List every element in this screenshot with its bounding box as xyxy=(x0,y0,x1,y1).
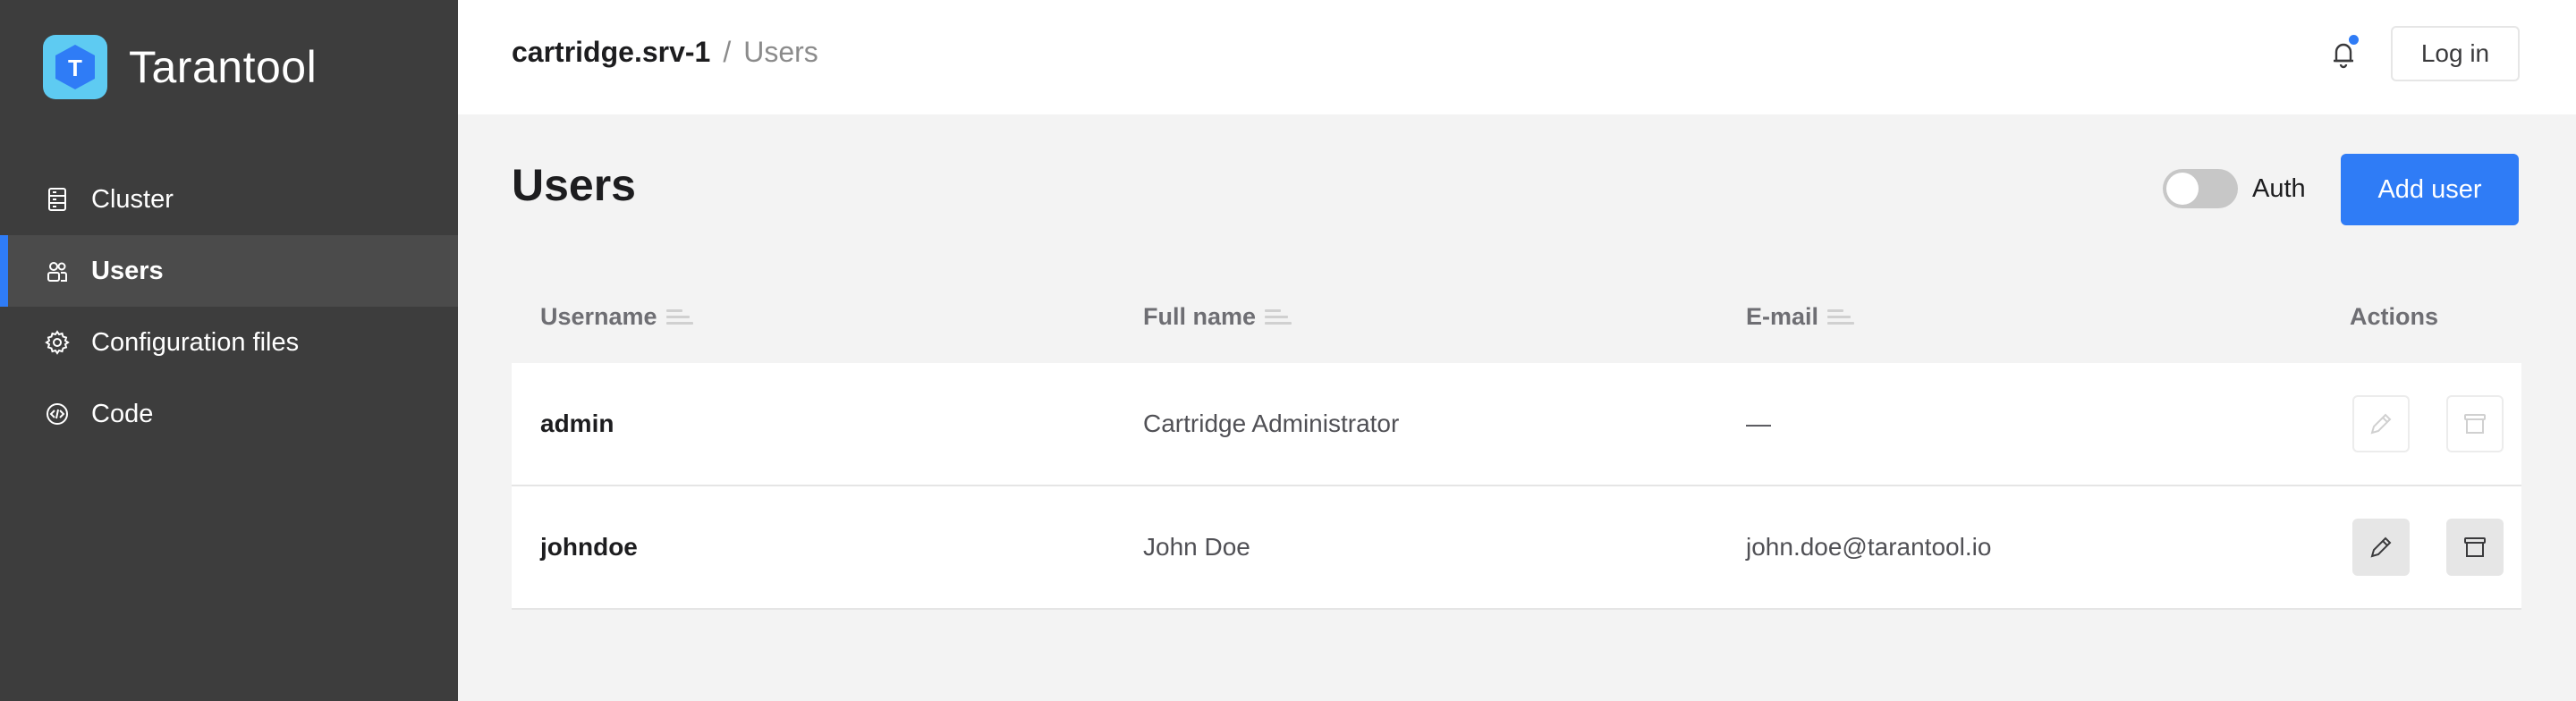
sidebar-item-users[interactable]: Users xyxy=(0,235,458,307)
column-header-email[interactable]: E-mail xyxy=(1746,302,1855,331)
login-button[interactable]: Log in xyxy=(2391,26,2520,81)
sidebar-item-configuration-files[interactable]: Configuration files xyxy=(0,307,458,378)
sidebar-item-label: Cluster xyxy=(91,184,174,214)
cell-email: — xyxy=(1746,410,1771,437)
breadcrumb: cartridge.srv-1 / Users xyxy=(512,36,818,69)
page-title: Users xyxy=(512,160,636,210)
cell-full-name: John Doe xyxy=(1143,533,1250,561)
cluster-icon xyxy=(45,187,70,212)
notification-badge xyxy=(2349,35,2359,45)
cell-full-name: Cartridge Administrator xyxy=(1143,410,1400,437)
breadcrumb-page: Users xyxy=(743,36,818,68)
add-user-button[interactable]: Add user xyxy=(2341,154,2519,225)
table-row: johndoe John Doe john.doe@tarantool.io xyxy=(512,486,2521,610)
code-icon xyxy=(45,401,70,427)
breadcrumb-separator: / xyxy=(723,36,732,68)
delete-user-button[interactable] xyxy=(2446,519,2504,576)
sidebar-item-label: Users xyxy=(91,256,164,285)
pencil-icon xyxy=(2370,536,2392,558)
pencil-icon xyxy=(2370,413,2392,435)
table-row: admin Cartridge Administrator — xyxy=(512,363,2521,486)
brand-name: Tarantool xyxy=(129,42,318,92)
sidebar: T Tarantool Cluster Users Configuration … xyxy=(0,0,458,701)
table-header: Username Full name E-mail Actions xyxy=(512,270,2521,363)
sidebar-item-code[interactable]: Code xyxy=(0,378,458,450)
auth-label: Auth xyxy=(2252,174,2306,203)
tarantool-logo-icon: T xyxy=(43,35,107,99)
breadcrumb-server[interactable]: cartridge.srv-1 xyxy=(512,36,710,69)
column-label: Username xyxy=(540,302,657,330)
logo-letter: T xyxy=(68,55,82,81)
edit-user-button[interactable] xyxy=(2352,519,2410,576)
users-table: Username Full name E-mail Actions admin … xyxy=(512,270,2521,610)
delete-user-button[interactable] xyxy=(2446,395,2504,452)
sidebar-item-cluster[interactable]: Cluster xyxy=(0,164,458,235)
sidebar-item-label: Code xyxy=(91,399,154,428)
toggle-knob xyxy=(2166,173,2199,205)
sort-icon[interactable] xyxy=(1827,308,1855,325)
cell-email: john.doe@tarantool.io xyxy=(1746,533,1992,561)
users-icon xyxy=(45,258,70,283)
sidebar-nav: Cluster Users Configuration files Code xyxy=(0,164,458,450)
auth-toggle[interactable] xyxy=(2163,169,2238,208)
sort-icon[interactable] xyxy=(1265,308,1292,325)
column-header-full-name[interactable]: Full name xyxy=(1143,303,1292,331)
gear-icon xyxy=(45,330,70,355)
trash-icon xyxy=(2464,414,2486,434)
column-label: Full name xyxy=(1143,302,1257,330)
sort-icon[interactable] xyxy=(665,308,693,325)
cell-username: johndoe xyxy=(540,533,638,561)
brand[interactable]: T Tarantool xyxy=(43,35,317,99)
cell-username: admin xyxy=(540,410,614,437)
column-label: Actions xyxy=(2350,302,2439,330)
column-label: E-mail xyxy=(1746,302,1819,330)
top-header: cartridge.srv-1 / Users Log in xyxy=(458,0,2576,114)
column-header-username[interactable]: Username xyxy=(540,303,693,331)
notifications-button[interactable] xyxy=(2324,34,2363,73)
column-header-actions: Actions xyxy=(2350,303,2438,331)
edit-user-button[interactable] xyxy=(2352,395,2410,452)
trash-icon xyxy=(2464,537,2486,557)
sidebar-item-label: Configuration files xyxy=(91,327,300,357)
